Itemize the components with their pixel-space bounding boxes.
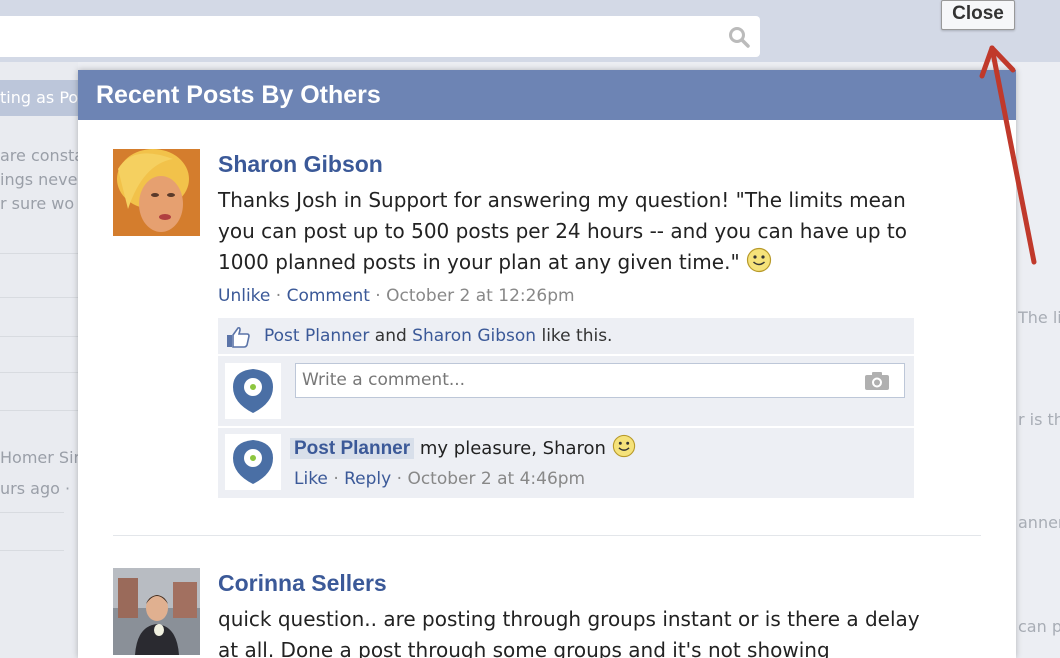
background-strip-text: ting as Po bbox=[0, 88, 78, 107]
write-comment-row: Write a comment... bbox=[218, 356, 914, 428]
post-divider bbox=[113, 535, 981, 536]
annotation-arrow bbox=[979, 45, 1037, 265]
comment-actions: Like · Reply · October 2 at 4:46pm bbox=[294, 466, 585, 492]
background-snippet: ings neve bbox=[0, 170, 78, 189]
background-snippet: r is th bbox=[1018, 410, 1060, 429]
feedback-box: Post Planner and Sharon Gibson like this… bbox=[218, 318, 914, 498]
comment-text: Post Planner my pleasure, Sharon bbox=[290, 434, 636, 462]
reply-link[interactable]: Reply bbox=[344, 469, 391, 489]
author-avatar[interactable] bbox=[113, 149, 200, 236]
dialog-title: Recent Posts By Others bbox=[78, 70, 1016, 120]
smiley-icon bbox=[612, 434, 635, 458]
post-text: Thanks Josh in Support for answering my … bbox=[218, 185, 928, 278]
background-divider bbox=[0, 372, 78, 373]
likes-conjunction: and bbox=[374, 326, 407, 346]
top-bar bbox=[0, 0, 1060, 62]
comment-body: my pleasure, Sharon bbox=[419, 438, 606, 459]
search-icon[interactable] bbox=[728, 26, 750, 48]
comment-timestamp[interactable]: October 2 at 4:46pm bbox=[407, 469, 585, 489]
comment-input[interactable]: Write a comment... bbox=[295, 363, 905, 398]
recent-posts-dialog: Recent Posts By Others Sharon Gibson Tha… bbox=[78, 70, 1016, 658]
likes-sentence: Post Planner and Sharon Gibson like this… bbox=[218, 318, 914, 356]
author-avatar[interactable] bbox=[113, 568, 200, 655]
comment-link[interactable]: Comment bbox=[287, 286, 370, 306]
separator: · bbox=[333, 469, 339, 489]
background-divider bbox=[0, 512, 64, 513]
close-button[interactable]: Close bbox=[941, 0, 1015, 30]
background-divider bbox=[0, 550, 64, 551]
background-divider bbox=[0, 336, 78, 337]
liker-link[interactable]: Post Planner bbox=[264, 326, 369, 346]
comment-placeholder: Write a comment... bbox=[302, 370, 466, 390]
post-planner-avatar[interactable] bbox=[225, 363, 281, 419]
likes-suffix: like this. bbox=[541, 326, 613, 346]
separator: · bbox=[275, 286, 282, 306]
background-snippet: Homer Sin bbox=[0, 448, 78, 467]
commenter-name-link[interactable]: Post Planner bbox=[290, 438, 415, 459]
background-snippet: urs ago · bbox=[0, 479, 71, 498]
background-snippet: r sure wo bbox=[0, 194, 75, 213]
liker-link[interactable]: Sharon Gibson bbox=[412, 326, 536, 346]
post-timestamp[interactable]: October 2 at 12:26pm bbox=[386, 286, 575, 306]
post-text-content: Thanks Josh in Support for answering my … bbox=[218, 188, 907, 274]
background-divider bbox=[0, 297, 78, 298]
post-actions: Unlike · Comment · October 2 at 12:26pm bbox=[218, 282, 928, 310]
post-author-link[interactable]: Sharon Gibson bbox=[218, 149, 928, 179]
background-divider bbox=[0, 410, 78, 411]
background-snippet: The lin bbox=[1018, 308, 1060, 327]
background-snippet: anner bbox=[1018, 513, 1060, 532]
camera-icon[interactable] bbox=[864, 371, 890, 391]
post-author-link[interactable]: Corinna Sellers bbox=[218, 568, 928, 598]
post-text: quick question.. are posting through gro… bbox=[218, 607, 920, 658]
smiley-icon bbox=[746, 247, 772, 273]
comment: Post Planner my pleasure, Sharon Like · … bbox=[218, 428, 914, 498]
background-snippet: are consta bbox=[0, 146, 78, 165]
unlike-link[interactable]: Unlike bbox=[218, 286, 270, 306]
separator: · bbox=[375, 286, 381, 306]
background-divider bbox=[0, 253, 78, 254]
separator: · bbox=[396, 469, 403, 489]
background-snippet: can po bbox=[1018, 617, 1060, 636]
like-link[interactable]: Like bbox=[294, 469, 328, 489]
thumbs-up-icon bbox=[227, 326, 250, 348]
commenter-avatar[interactable] bbox=[225, 434, 281, 490]
search-input[interactable] bbox=[0, 16, 760, 57]
background-strip: ting as Po bbox=[0, 80, 78, 116]
